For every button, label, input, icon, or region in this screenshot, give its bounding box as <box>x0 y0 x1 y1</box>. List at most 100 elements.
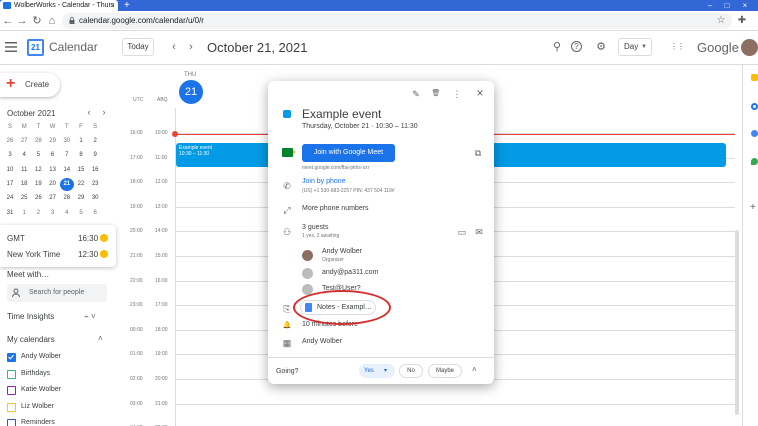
edit-icon[interactable]: ✎ <box>410 88 422 100</box>
home-icon[interactable]: ⌂ <box>46 14 58 28</box>
mini-calendar-day[interactable]: 24 <box>3 192 17 205</box>
new-tab-icon[interactable]: + <box>124 0 130 11</box>
email-guests-icon[interactable]: ✉ <box>473 226 485 238</box>
window-minimize-icon[interactable]: – <box>705 0 715 11</box>
back-icon[interactable]: ← <box>2 14 14 28</box>
chevron-down-icon[interactable]: ▾ <box>384 364 387 378</box>
bookmark-star-icon[interactable]: ☆ <box>715 14 727 28</box>
chevron-up-icon[interactable]: ˄ <box>472 365 477 374</box>
mini-calendar-day[interactable]: 27 <box>17 135 31 148</box>
mini-calendar-day[interactable]: 25 <box>17 192 31 205</box>
mini-calendar-day[interactable]: 28 <box>60 192 74 205</box>
mini-calendar-day[interactable]: 28 <box>31 135 45 148</box>
mini-calendar-day[interactable]: 27 <box>46 192 60 205</box>
apps-grid-icon[interactable]: ⋮⋮ <box>670 40 685 54</box>
more-options-icon[interactable]: ⋮ <box>451 88 463 100</box>
keep-icon[interactable] <box>751 74 758 81</box>
mini-calendar-day[interactable]: 29 <box>46 135 60 148</box>
world-clock-card: GMT 16:30 New York Time 12:30 <box>0 225 116 267</box>
reload-icon[interactable]: ↻ <box>31 14 43 28</box>
my-calendars-heading[interactable]: My calendars <box>7 335 55 344</box>
mini-calendar-day[interactable]: 3 <box>46 207 60 220</box>
next-day-icon[interactable]: › <box>185 40 197 54</box>
mini-calendar-day[interactable]: 11 <box>17 164 31 177</box>
mini-calendar-day[interactable]: 19 <box>31 178 45 191</box>
rsvp-maybe-button[interactable]: Maybe <box>428 364 462 378</box>
mini-calendar-day[interactable]: 18 <box>17 178 31 191</box>
mini-calendar-day[interactable]: 23 <box>88 178 102 191</box>
tasks-icon[interactable] <box>751 103 758 110</box>
checkbox[interactable] <box>7 402 16 412</box>
mini-calendar-day[interactable]: 10 <box>3 164 17 177</box>
contacts-icon[interactable] <box>751 130 758 137</box>
scrollbar[interactable] <box>735 230 739 415</box>
search-people-input[interactable]: Search for people <box>7 284 107 302</box>
mini-calendar-day[interactable]: 9 <box>88 149 102 162</box>
insights-chevron-icon[interactable]: ⌁ ˅ <box>84 312 96 321</box>
maps-icon[interactable] <box>751 158 758 165</box>
mini-calendar-day[interactable]: 13 <box>46 164 60 177</box>
main-menu-icon[interactable] <box>5 42 17 52</box>
previous-day-icon[interactable]: ‹ <box>168 40 180 54</box>
join-meet-button[interactable]: Join with Google Meet <box>302 144 395 162</box>
message-guests-icon[interactable]: ▭ <box>456 226 468 238</box>
mini-calendar-day[interactable]: 7 <box>60 149 74 162</box>
mini-next-month-icon[interactable]: › <box>99 107 109 117</box>
mini-calendar-day[interactable]: 15 <box>74 164 88 177</box>
time-insights-heading[interactable]: Time Insights <box>7 312 54 321</box>
checkbox[interactable] <box>7 353 16 362</box>
mini-calendar-day[interactable]: 26 <box>3 135 17 148</box>
more-phone-numbers-link[interactable]: More phone numbers <box>302 205 369 212</box>
day-number-badge[interactable]: 21 <box>179 80 203 104</box>
mini-calendar-day[interactable]: 6 <box>46 149 60 162</box>
mini-calendar-day[interactable]: 30 <box>88 192 102 205</box>
mini-calendar-day[interactable]: 21 <box>59 177 74 191</box>
mini-calendar-day[interactable]: 6 <box>88 207 102 220</box>
mini-calendar-day[interactable]: 8 <box>74 149 88 162</box>
today-button[interactable]: Today <box>122 38 154 56</box>
close-icon[interactable]: × <box>474 87 486 99</box>
mini-calendar-day[interactable]: 3 <box>3 149 17 162</box>
mini-calendar-day[interactable]: 29 <box>74 192 88 205</box>
window-maximize-icon[interactable]: □ <box>722 0 732 11</box>
window-close-icon[interactable]: × <box>740 0 750 11</box>
search-icon[interactable]: ⚲ <box>550 40 564 54</box>
delete-icon[interactable]: 🗑 <box>430 88 442 100</box>
mini-calendar-day[interactable]: 22 <box>74 178 88 191</box>
mini-calendar-day[interactable]: 16 <box>88 164 102 177</box>
extensions-icon[interactable]: ✚ <box>736 14 748 28</box>
mini-prev-month-icon[interactable]: ‹ <box>84 107 94 117</box>
rsvp-no-button[interactable]: No <box>399 364 423 378</box>
mini-calendar-day[interactable]: 5 <box>31 149 45 162</box>
mini-calendar-day[interactable]: 5 <box>74 207 88 220</box>
tab-close-icon[interactable]: × <box>110 0 115 11</box>
mini-calendar-day[interactable]: 4 <box>60 207 74 220</box>
checkbox[interactable] <box>7 386 16 395</box>
add-addon-icon[interactable]: + <box>750 202 756 213</box>
mini-calendar-day[interactable]: 30 <box>60 135 74 148</box>
chevron-up-icon[interactable]: ˄ <box>98 334 103 343</box>
copy-icon[interactable]: ⧉ <box>472 147 484 159</box>
mini-calendar-day[interactable]: 14 <box>60 164 74 177</box>
settings-gear-icon[interactable]: ⚙ <box>594 40 608 54</box>
checkbox[interactable] <box>7 419 16 426</box>
mini-calendar-day[interactable]: 2 <box>31 207 45 220</box>
mini-calendar-day[interactable]: 17 <box>3 178 17 191</box>
checkbox[interactable] <box>7 369 16 379</box>
mini-calendar-day[interactable]: 26 <box>31 192 45 205</box>
view-selector[interactable]: Day ▼ <box>618 38 652 56</box>
mini-calendar-day[interactable]: 31 <box>3 207 17 220</box>
mini-calendar-day[interactable]: 2 <box>88 135 102 148</box>
rsvp-yes-button[interactable]: Yes <box>359 364 395 378</box>
mini-calendar-day[interactable]: 12 <box>31 164 45 177</box>
account-avatar[interactable] <box>741 39 758 56</box>
help-icon[interactable]: ? <box>571 41 582 52</box>
mini-calendar-day[interactable]: 1 <box>74 135 88 148</box>
mini-calendar-day[interactable]: 20 <box>46 178 60 191</box>
join-by-phone-link[interactable]: Join by phone <box>302 178 346 185</box>
address-bar[interactable]: calendar.google.com/calendar/u/0/r <box>62 13 732 29</box>
browser-tab[interactable]: WolberWorks - Calendar - Thurs <box>0 0 118 11</box>
forward-icon[interactable]: → <box>16 14 28 28</box>
mini-calendar-day[interactable]: 4 <box>17 149 31 162</box>
mini-calendar-day[interactable]: 1 <box>17 207 31 220</box>
